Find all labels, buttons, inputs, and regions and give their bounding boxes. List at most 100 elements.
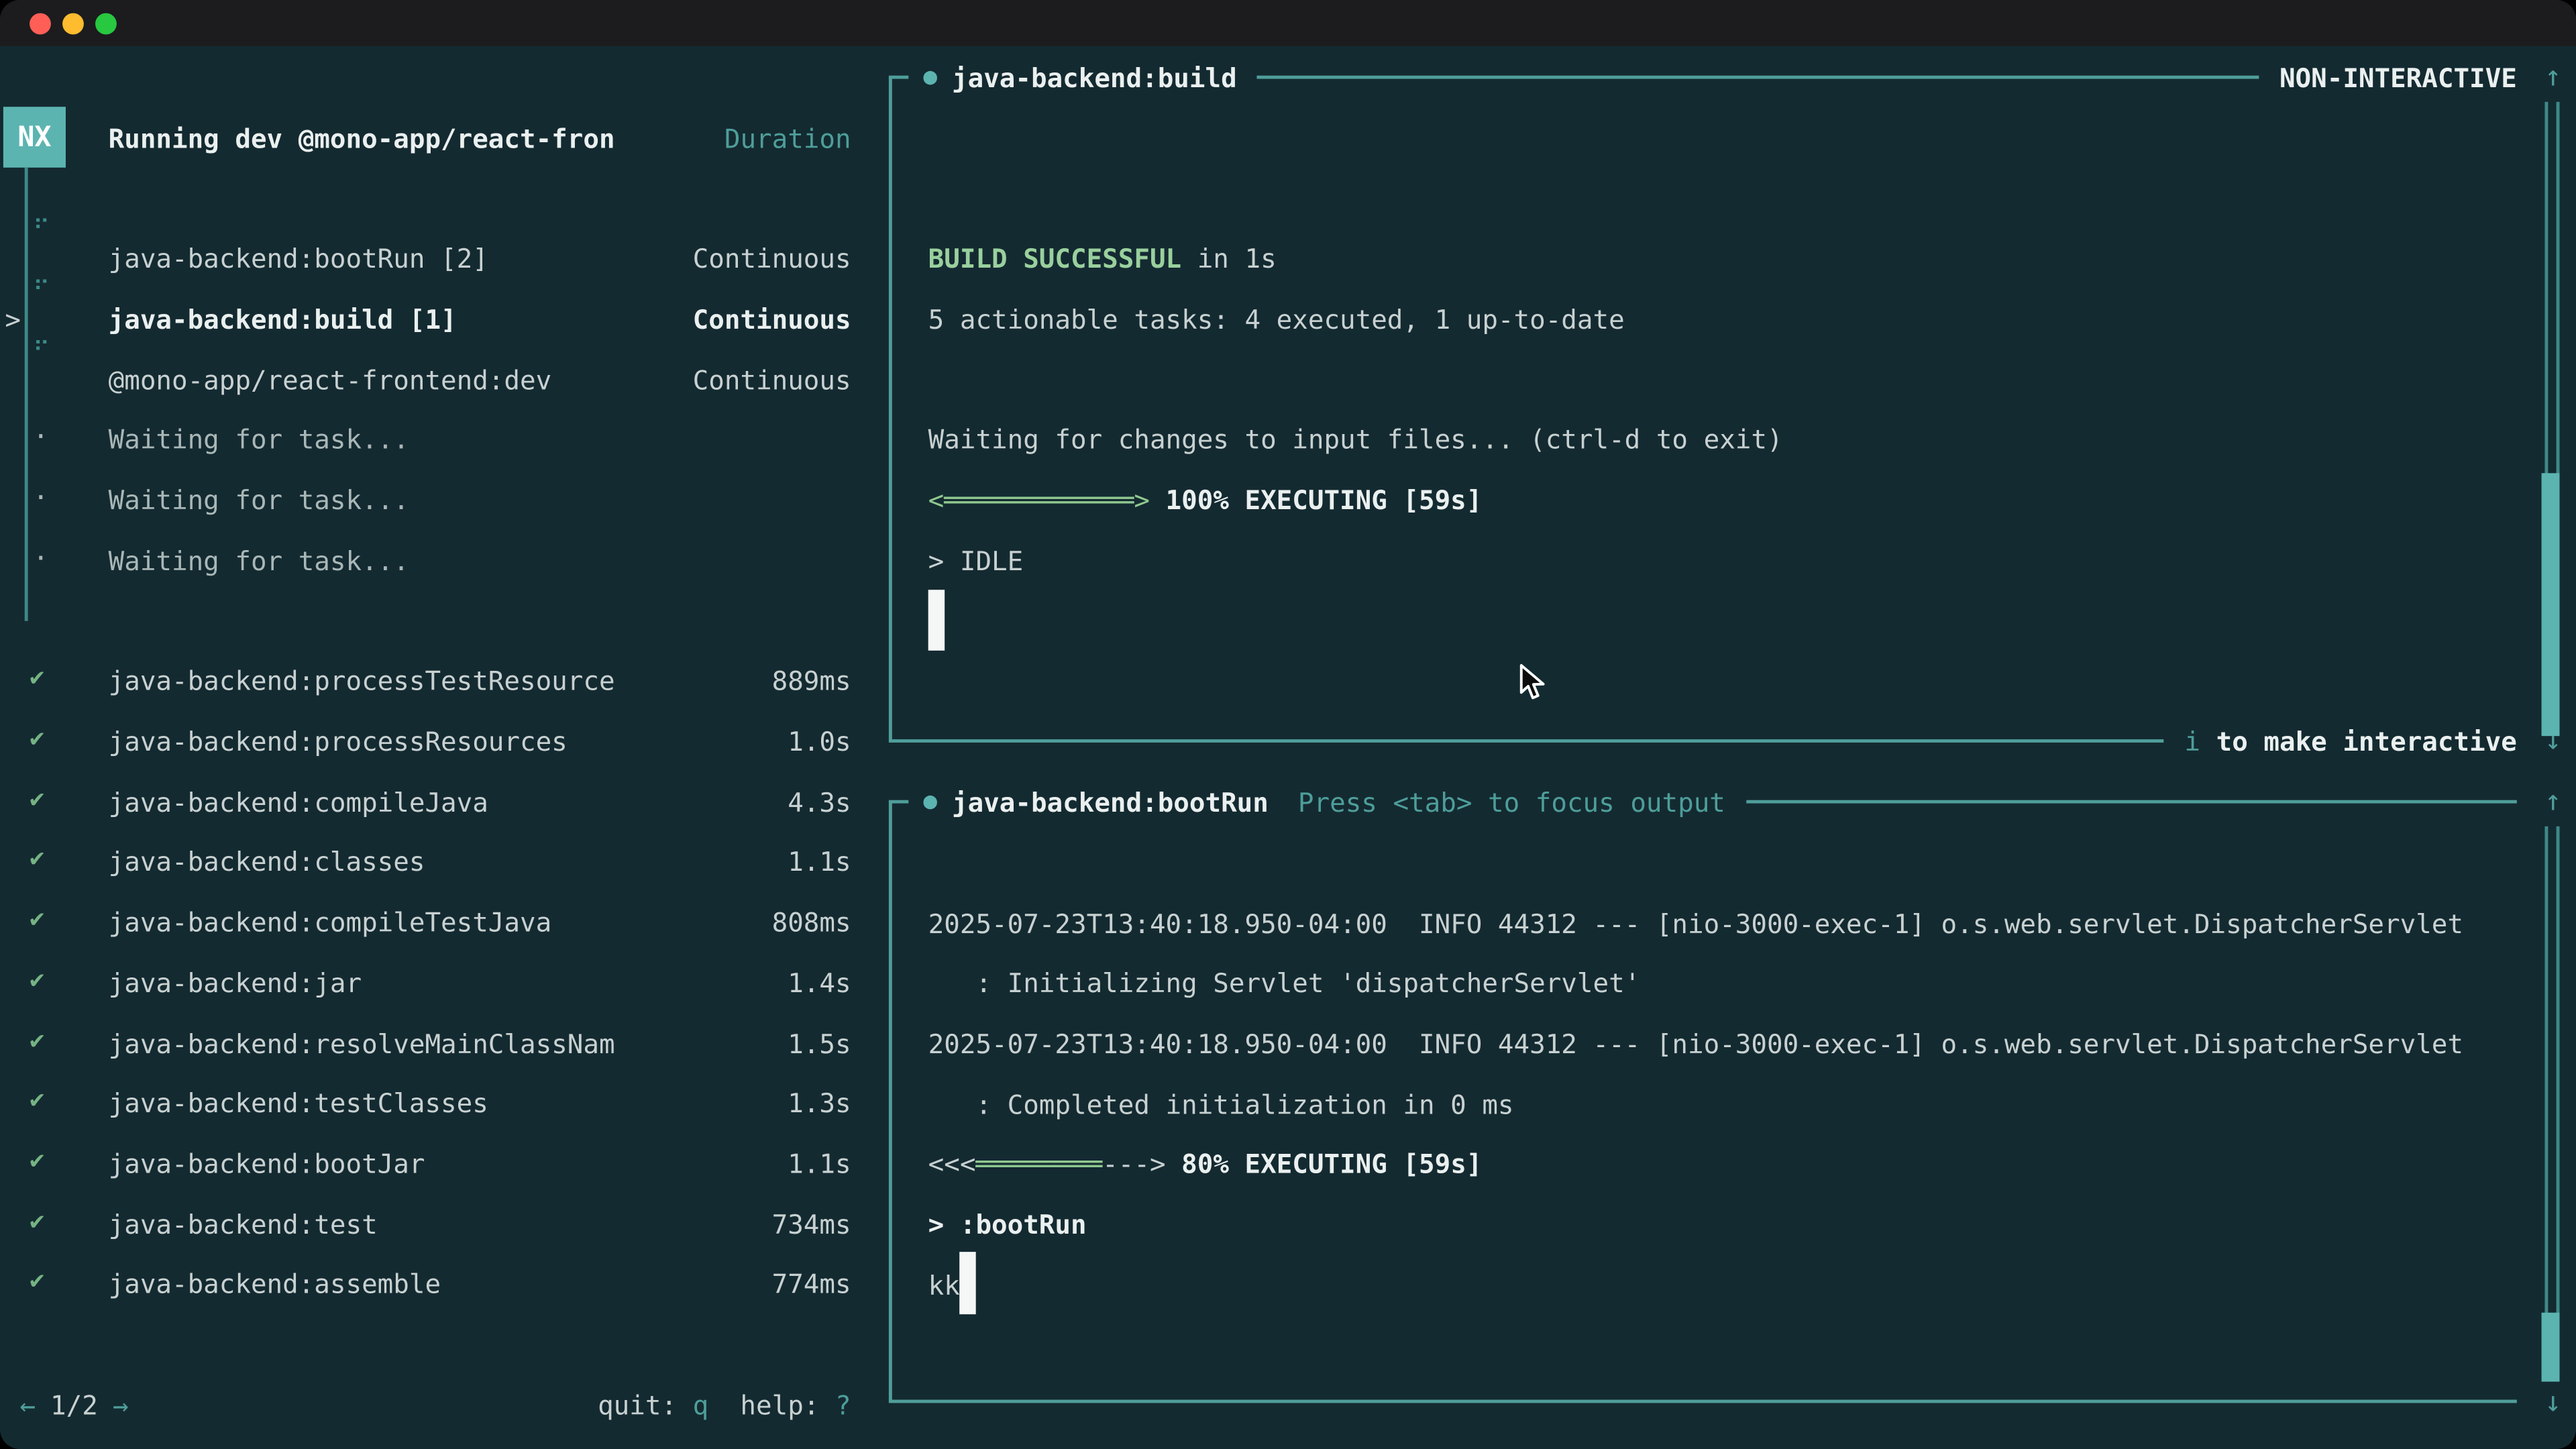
task-name: Waiting for task... [109, 545, 409, 576]
border-stub [889, 76, 908, 79]
minimize-button[interactable] [62, 12, 84, 34]
task-row-completed[interactable]: java-backend:classes 1.1s [0, 843, 851, 879]
build-scrollbar-thumb[interactable] [2542, 473, 2560, 736]
duration-column-header: Duration [724, 122, 851, 154]
build-success-label: BUILD SUCCESSFUL [928, 242, 1181, 274]
build-panel-title: java-backend:build [952, 62, 1256, 93]
border-rule [889, 1400, 2517, 1403]
task-row-completed[interactable]: java-backend:compileJava 4.3s [0, 784, 851, 820]
bootrun-input-line[interactable]: kk [928, 1267, 960, 1303]
task-duration: 1.4s [788, 967, 851, 998]
progress-bar-fill: ════════ [975, 1148, 1102, 1179]
task-duration: 1.1s [788, 845, 851, 877]
task-row-build-selected[interactable]: java-backend:build [1] Continuous [0, 301, 851, 337]
scroll-up-icon[interactable]: ↑ [2533, 59, 2573, 95]
task-list-footer: ← 1/2 → quit: q help: ? [19, 1387, 851, 1423]
task-row-bootrun[interactable]: java-backend:bootRun [2] Continuous [0, 240, 851, 276]
bootrun-scrollbar-track[interactable] [2544, 826, 2559, 1380]
mouse-cursor [1518, 663, 1546, 701]
build-panel-left-border [889, 77, 892, 741]
task-bullet-icon: ● [908, 64, 952, 91]
task-name: java-backend:test [109, 1208, 378, 1240]
task-row-completed[interactable]: java-backend:jar 1.4s [0, 965, 851, 1001]
task-duration: 734ms [772, 1208, 851, 1240]
task-name: java-backend:bootRun [2] [109, 242, 488, 274]
interactive-hint-key: i [2163, 725, 2200, 757]
bootrun-progress-line: <<<════════---> 80% EXECUTING [59s] [928, 1145, 1483, 1181]
task-name: Waiting for task... [109, 484, 409, 515]
interactive-hint-text: to make interactive [2200, 725, 2517, 757]
task-name: java-backend:processResources [109, 725, 568, 757]
task-row-waiting[interactable]: Waiting for task... [0, 482, 851, 518]
bootrun-panel-header: ● java-backend:bootRun Press <tab> to fo… [889, 784, 2517, 820]
bootrun-scrollbar-thumb[interactable] [2542, 1313, 2560, 1382]
task-duration: 1.5s [788, 1028, 851, 1059]
header-rule [1747, 800, 2517, 804]
bootrun-panel-bottom [889, 1383, 2517, 1419]
focus-output-hint: Press <tab> to focus output [1269, 786, 1747, 818]
task-name: java-backend:processTestResource [109, 665, 615, 696]
quit-key: q [693, 1389, 709, 1421]
task-name: java-backend:compileTestJava [109, 906, 552, 938]
help-key: ? [835, 1389, 851, 1421]
task-duration: 4.3s [788, 786, 851, 818]
task-list-header: Running dev @mono-app/react-fron Duratio… [0, 120, 851, 156]
task-name: java-backend:compileJava [109, 786, 488, 818]
build-panel-header: ● java-backend:build NON-INTERACTIVE [889, 59, 2517, 95]
terminal-window: NX Running dev @mono-app/react-fron Dura… [0, 0, 2576, 1449]
scroll-up-icon[interactable]: ↑ [2533, 784, 2573, 820]
task-row-waiting[interactable]: Waiting for task... [0, 421, 851, 457]
window-titlebar [0, 0, 2576, 46]
bootrun-panel-title: java-backend:bootRun [952, 786, 1269, 818]
task-status: Continuous [693, 242, 851, 274]
task-status: Continuous [693, 364, 851, 395]
task-row-completed[interactable]: java-backend:compileTestJava 808ms [0, 904, 851, 940]
task-row-waiting[interactable]: Waiting for task... [0, 542, 851, 578]
build-idle-line: > IDLE [928, 542, 1024, 578]
border-rule [889, 739, 2163, 743]
quit-hint-label: quit: [598, 1389, 693, 1421]
task-name: java-backend:assemble [109, 1267, 441, 1299]
task-duration: 1.1s [788, 1148, 851, 1179]
progress-label: 80% EXECUTING [59s] [1181, 1148, 1482, 1179]
task-row-completed[interactable]: java-backend:processTestResource 889ms [0, 662, 851, 698]
progress-bar-fill: ════════════ [944, 484, 1134, 515]
screen: NX Running dev @mono-app/react-fron Dura… [0, 0, 2576, 1449]
progress-bar-right: > [1134, 484, 1165, 515]
task-duration: 774ms [772, 1267, 851, 1299]
task-name: java-backend:resolveMainClassNam [109, 1028, 615, 1059]
task-row-completed[interactable]: java-backend:resolveMainClassNam 1.5s [0, 1025, 851, 1061]
progress-label: 100% EXECUTING [59s] [1166, 484, 1483, 515]
pager-prev-arrow[interactable]: ← [19, 1389, 36, 1421]
task-row-completed[interactable]: java-backend:processResources 1.0s [0, 723, 851, 759]
task-name: java-backend:classes [109, 845, 425, 877]
task-name: java-backend:bootJar [109, 1148, 425, 1179]
task-status: Continuous [693, 303, 851, 335]
close-button[interactable] [30, 12, 51, 34]
task-row-completed[interactable]: java-backend:assemble 774ms [0, 1265, 851, 1301]
terminal-cursor [959, 1252, 975, 1314]
build-progress-line: <════════════> 100% EXECUTING [59s] [928, 482, 1483, 518]
task-row-completed[interactable]: java-backend:test 734ms [0, 1206, 851, 1242]
task-duration: 1.0s [788, 725, 851, 757]
task-duration: 1.3s [788, 1087, 851, 1118]
task-bullet-icon: ● [908, 789, 952, 815]
task-row-frontend-dev[interactable]: @mono-app/react-frontend:dev Continuous [0, 362, 851, 398]
help-hint-label: help: [708, 1389, 835, 1421]
build-success-line: BUILD SUCCESSFUL in 1s [928, 240, 1277, 276]
build-panel-bottom: i to make interactive [889, 723, 2517, 759]
task-row-completed[interactable]: java-backend:testClasses 1.3s [0, 1084, 851, 1120]
pager-next-arrow[interactable]: → [113, 1389, 129, 1421]
zoom-button[interactable] [95, 12, 117, 34]
progress-bar-right: ---> [1102, 1148, 1181, 1179]
progress-bar-left: <<< [928, 1148, 976, 1179]
task-list-title: Running dev @mono-app/react-fron [109, 122, 615, 154]
log-line: 2025-07-23T13:40:18.950-04:00 INFO 44312… [928, 1025, 2463, 1061]
task-row-completed[interactable]: java-backend:bootJar 1.1s [0, 1145, 851, 1181]
task-name: java-backend:testClasses [109, 1087, 488, 1118]
log-line: : Initializing Servlet 'dispatcherServle… [928, 965, 1641, 1001]
border-stub [889, 800, 908, 804]
scroll-down-icon[interactable]: ↓ [2533, 1385, 2573, 1421]
build-success-time: in 1s [1181, 242, 1277, 274]
log-line: : Completed initialization in 0 ms [928, 1086, 1514, 1122]
